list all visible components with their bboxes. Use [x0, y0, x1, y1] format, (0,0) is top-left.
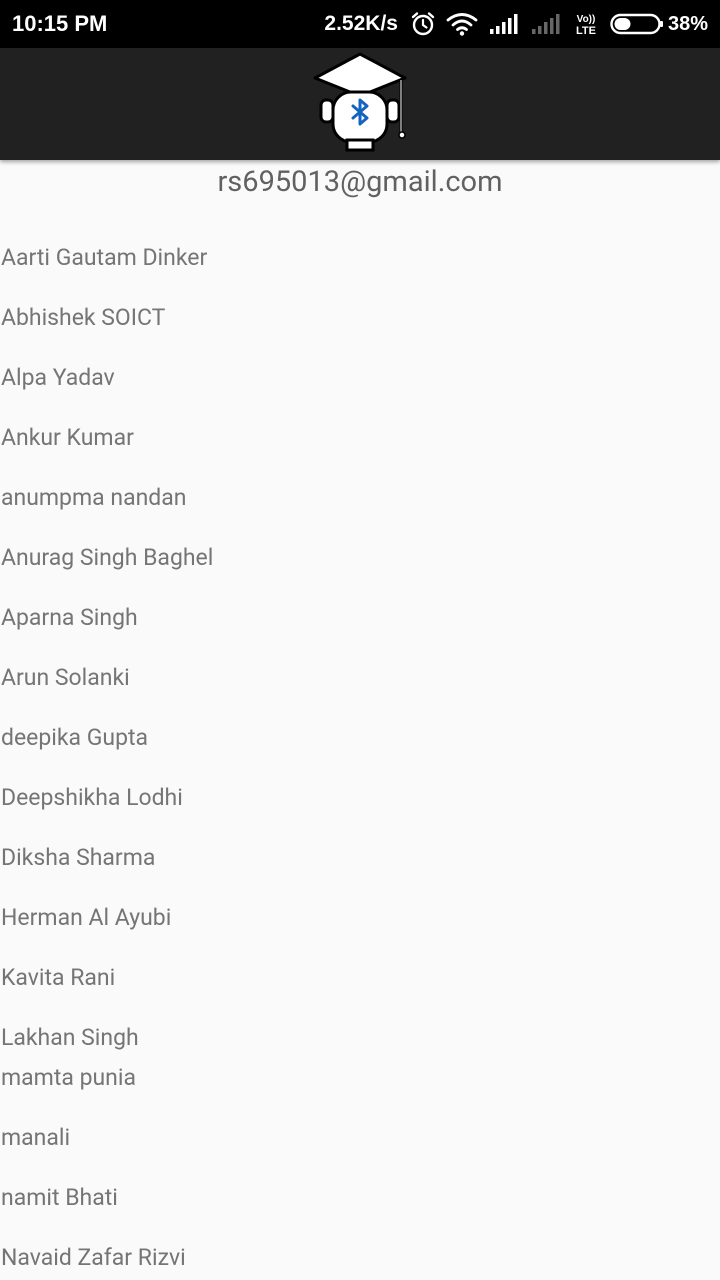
contact-list-item[interactable]: deepika Gupta — [1, 723, 148, 753]
contact-list-item[interactable]: Herman Al Ayubi — [1, 903, 171, 933]
contact-list-item[interactable]: Abhishek SOICT — [1, 303, 165, 333]
contact-list-item[interactable]: manali — [1, 1123, 70, 1153]
contact-list: Aarti Gautam Dinker Abhishek SOICT Alpa Ya… — [0, 0, 720, 1280]
contact-list-item[interactable]: Deepshikha Lodhi — [1, 783, 183, 813]
contact-list-item[interactable]: Navaid Zafar Rizvi — [1, 1243, 186, 1273]
contact-list-item[interactable]: namit Bhati — [1, 1183, 118, 1213]
contact-list-item[interactable]: mamta punia — [1, 1063, 136, 1093]
contact-list-item[interactable]: anumpma nandan — [1, 483, 186, 513]
contact-list-item[interactable]: Diksha Sharma — [1, 843, 155, 873]
contact-list-item[interactable]: Anurag Singh Baghel — [1, 543, 213, 573]
contact-list-item[interactable]: Lakhan Singh — [1, 1023, 139, 1053]
contact-list-item[interactable]: Aarti Gautam Dinker — [1, 243, 207, 273]
contact-list-item[interactable]: Ankur Kumar — [1, 423, 134, 453]
contact-list-item[interactable]: Alpa Yadav — [1, 363, 115, 393]
contact-list-item[interactable]: Kavita Rani — [1, 963, 115, 993]
contact-list-item[interactable]: Aparna Singh — [1, 603, 138, 633]
contact-list-item[interactable]: Arun Solanki — [1, 663, 130, 693]
